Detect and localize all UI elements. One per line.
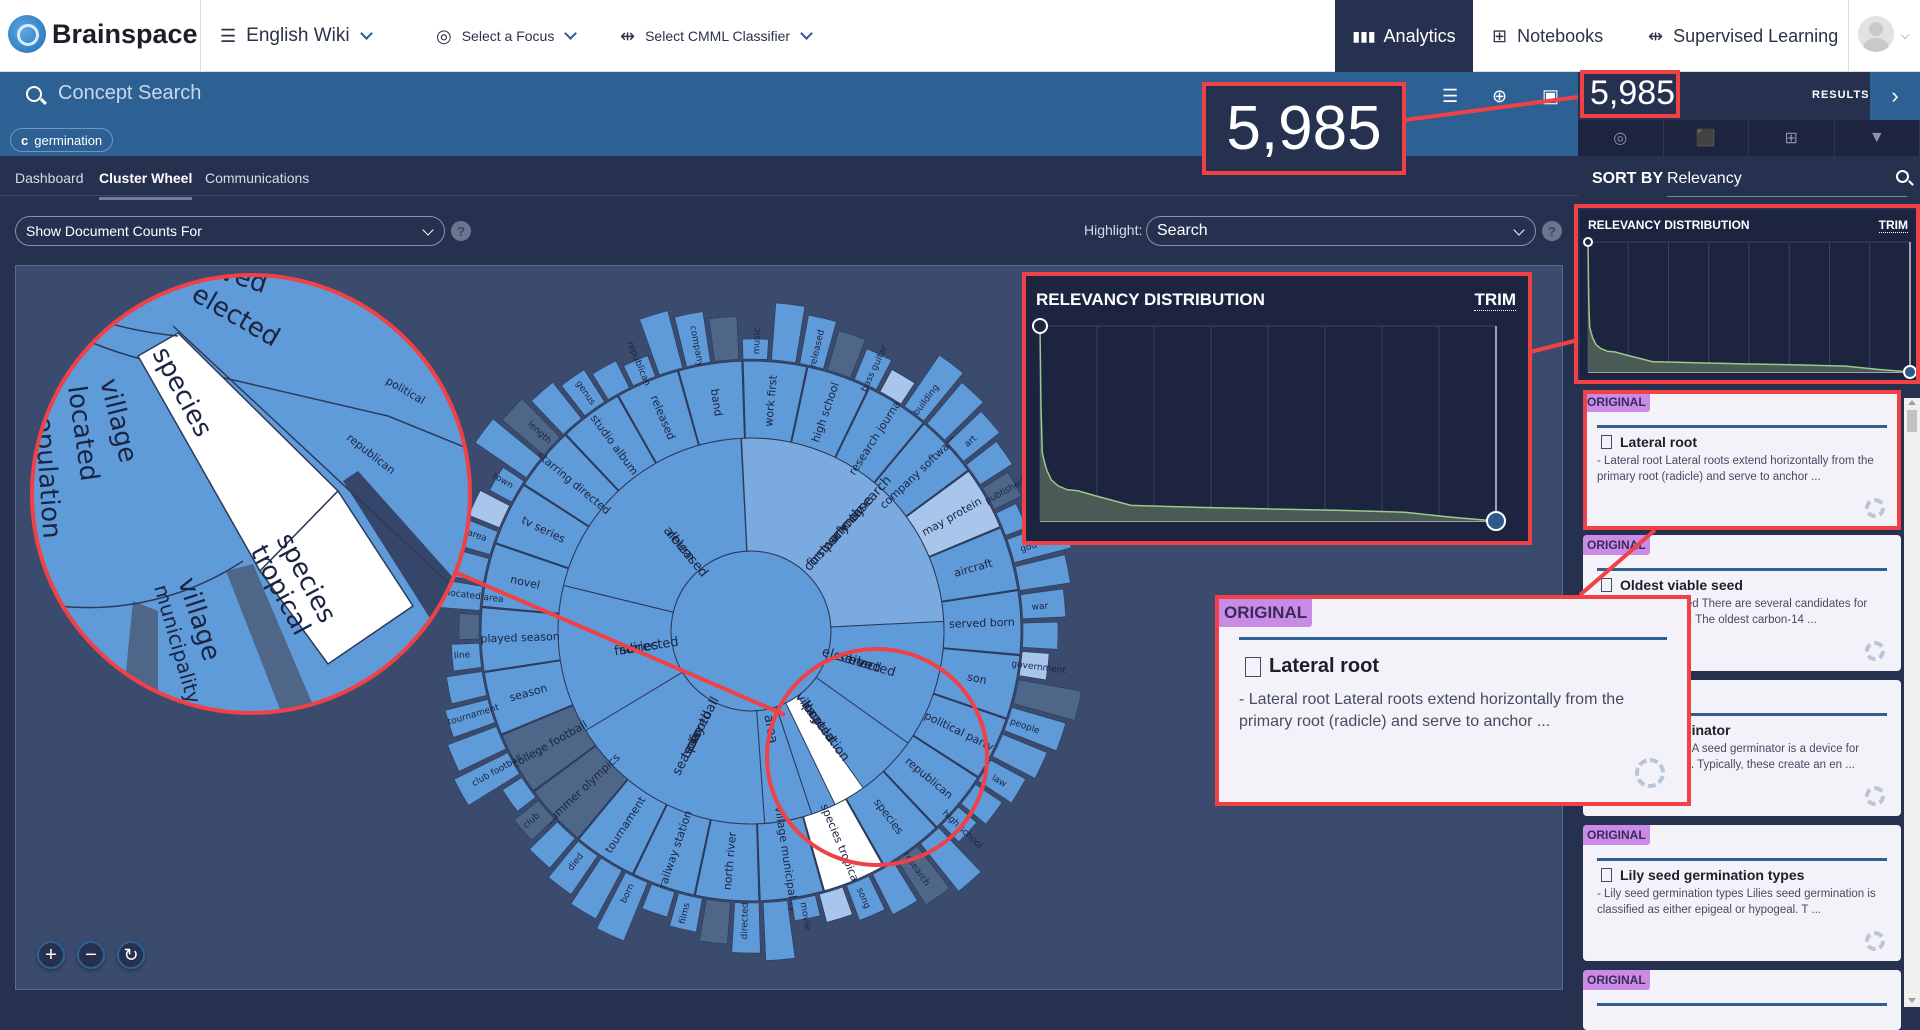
callout-line — [450, 570, 785, 715]
relevancy-title: RELEVANCY DISTRIBUTION — [1036, 290, 1265, 310]
original-badge: ORIGINAL — [1219, 599, 1312, 627]
highlight-box — [1583, 390, 1901, 530]
highlight-box — [1574, 204, 1920, 384]
card-title: Lateral root — [1245, 655, 1379, 678]
document-icon — [1245, 657, 1261, 677]
relevancy-distribution-callout: RELEVANCY DISTRIBUTION TRIM — [1022, 272, 1532, 545]
card-description: - Lateral root Lateral roots extend hori… — [1239, 689, 1669, 732]
card-title-text: Lateral root — [1269, 655, 1379, 678]
callout-line — [1580, 530, 1655, 595]
results-count-enlarged: 5,985 — [1226, 93, 1381, 164]
trim-end-handle[interactable] — [1487, 512, 1505, 530]
focus-ring — [767, 649, 987, 865]
result-card-callout: ORIGINAL Lateral root - Lateral root Lat… — [1215, 595, 1691, 806]
results-count-callout: 5,985 — [1202, 82, 1406, 175]
callout-line — [1530, 340, 1578, 352]
relevancy-chart-enlarged — [1026, 276, 1528, 541]
magnifier: served elected species village located p… — [28, 271, 474, 717]
callout-line — [1405, 97, 1578, 120]
trim-start-handle[interactable] — [1033, 319, 1047, 333]
divider — [1239, 637, 1667, 640]
highlight-box — [1580, 70, 1680, 118]
cluster-icon — [1635, 758, 1665, 788]
trim-button: TRIM — [1474, 290, 1516, 311]
